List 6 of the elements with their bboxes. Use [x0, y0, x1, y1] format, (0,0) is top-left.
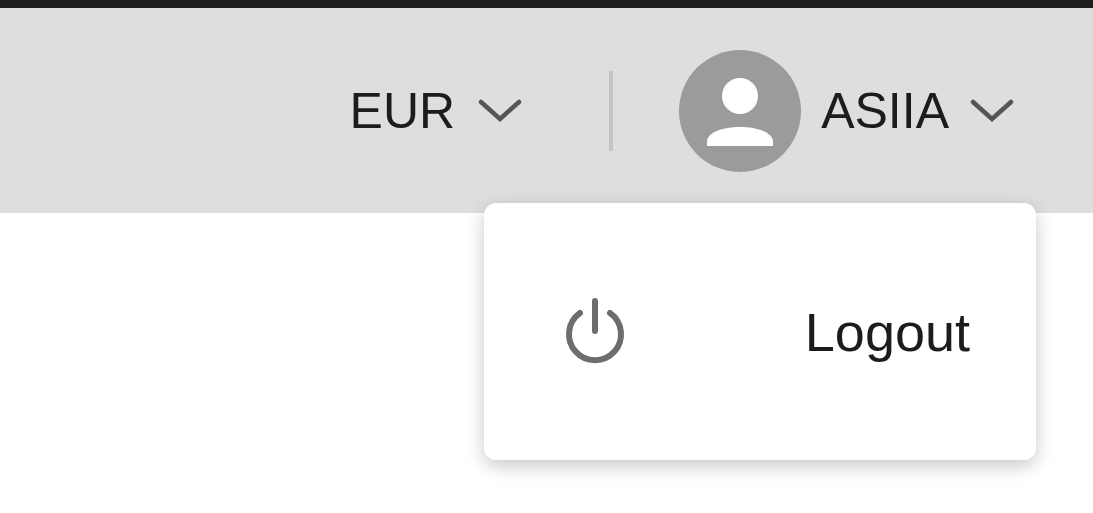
menu-item[interactable]: Logout	[484, 271, 1036, 392]
chevron-down-icon	[477, 97, 524, 124]
chevron-down-icon	[969, 97, 1015, 124]
avatar-icon	[679, 49, 802, 172]
currency-dropdown[interactable]: EUR	[349, 81, 524, 140]
user-menu-button[interactable]: ASIIA	[679, 49, 1015, 172]
